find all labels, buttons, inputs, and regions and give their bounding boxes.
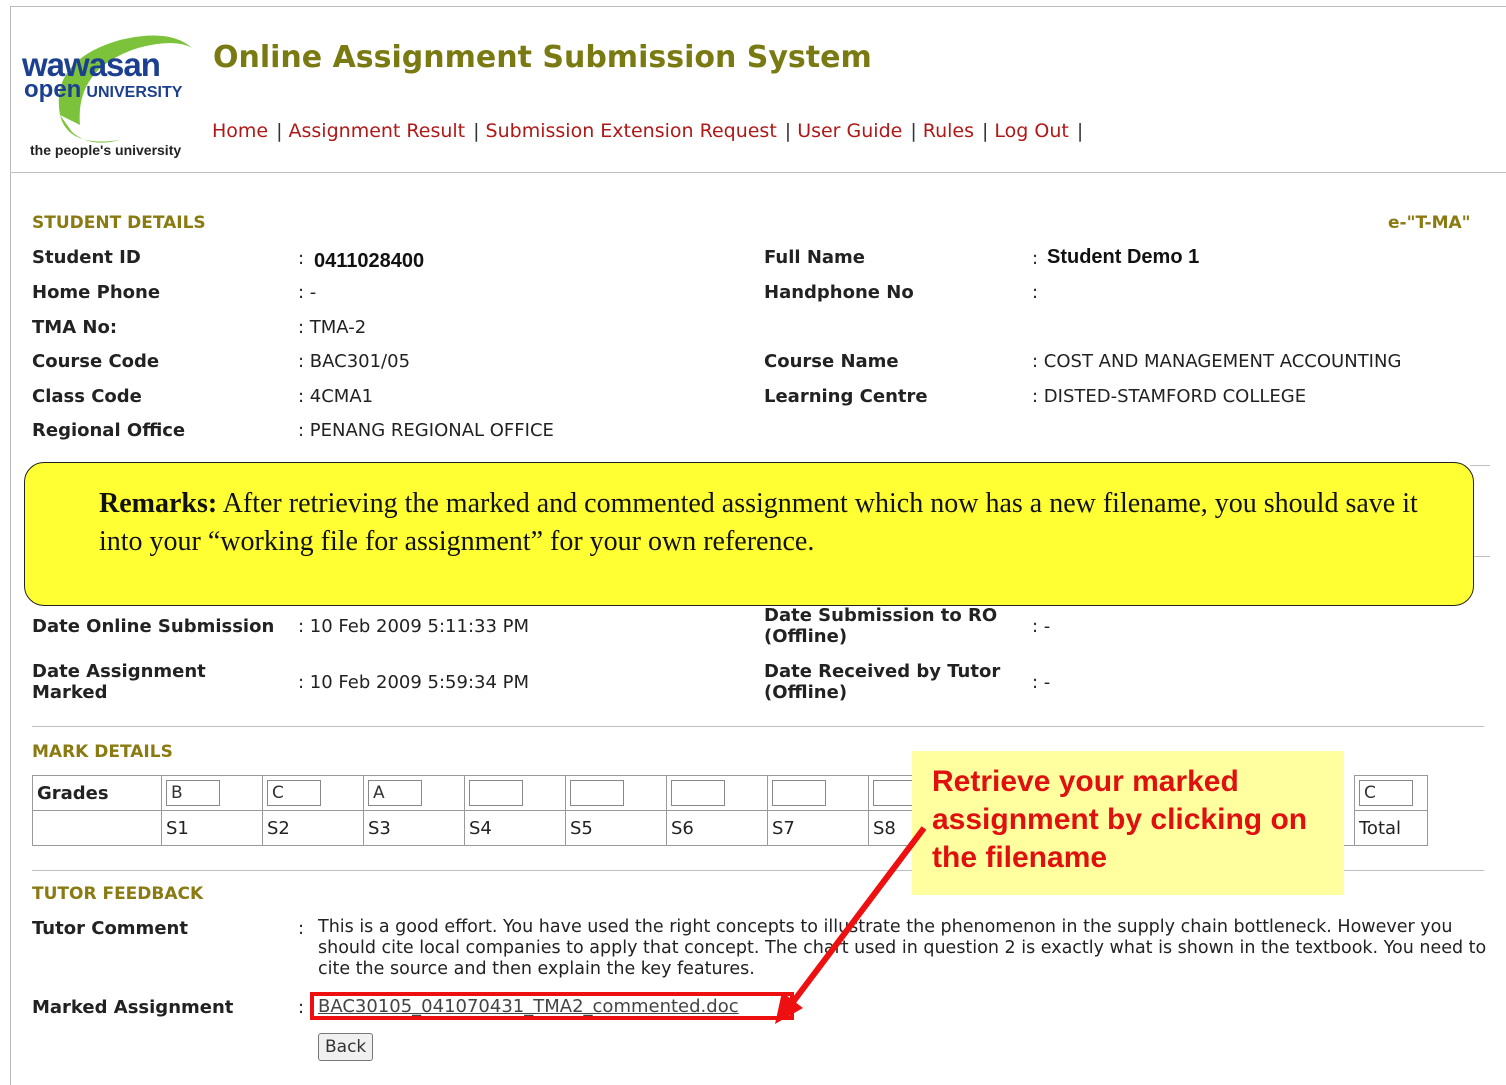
filename-highlight-box [310,992,794,1020]
full-name-label: Full Name [764,247,865,268]
grades-label: Grades [32,775,162,811]
student-id-colon: : [298,248,305,269]
section-s6: S6 [666,810,768,846]
grade-cell: B [161,775,263,811]
logo-tagline: the people's university [30,142,182,158]
tutor-feedback-heading: TUTOR FEEDBACK [32,884,204,904]
dates-divider [32,726,1484,727]
date-online-submission-value: : 10 Feb 2009 5:11:33 PM [298,616,530,637]
handphone-value: : [1032,282,1039,303]
learning-centre-value: : DISTED-STAMFORD COLLEGE [1032,386,1307,407]
mark-details-heading: MARK DETAILS [32,742,173,762]
marked-assignment-label: Marked Assignment [32,997,234,1018]
course-name-value: : COST AND MANAGEMENT ACCOUNTING [1032,351,1402,372]
grade-s7 [772,780,826,806]
grade-s5 [570,780,624,806]
grade-cell [464,775,566,811]
divider-fragment [1470,465,1490,466]
full-name-value: Student Demo 1 [1047,246,1200,268]
section-total: Total [1354,810,1428,846]
section-s2: S2 [262,810,364,846]
nav-user-guide[interactable]: User Guide [797,120,902,142]
nav-rules[interactable]: Rules [923,120,974,142]
remarks-label: Remarks: [99,488,218,519]
tutor-comment-colon: : [298,918,305,939]
grade-s1: B [166,780,220,806]
date-received-tutor-value: : - [1032,672,1051,693]
nav-submission-extension-request[interactable]: Submission Extension Request [486,120,777,142]
section-s7: S7 [767,810,869,846]
tutor-comment-label: Tutor Comment [32,918,188,939]
date-assignment-marked-value: : 10 Feb 2009 5:59:34 PM [298,672,530,693]
header-divider [10,172,1506,173]
logo-university: UNIVERSITY [86,84,183,101]
marked-assignment-colon: : [298,997,305,1018]
etma-tag: e-"T-MA" [1388,213,1471,233]
section-s4: S4 [464,810,566,846]
grade-cell [565,775,667,811]
course-code-label: Course Code [32,351,160,372]
student-id-label: Student ID [32,247,141,268]
grade-s2: C [267,780,321,806]
remarks-text: After retrieving the marked and commente… [99,488,1418,557]
date-assignment-marked-label: Date Assignment Marked [32,661,206,703]
tma-no-value: : TMA-2 [298,317,367,338]
date-submission-ro-label: Date Submission to RO (Offline) [764,605,998,647]
student-details-heading: STUDENT DETAILS [32,213,206,233]
tutor-comment-text: This is a good effort. You have used the… [318,917,1487,979]
nav-log-out[interactable]: Log Out [994,120,1068,142]
section-s5: S5 [565,810,667,846]
grade-cell [666,775,768,811]
date-submission-ro-value: : - [1032,616,1051,637]
date-online-submission-label: Date Online Submission [32,616,275,637]
logo-open: open [24,76,82,103]
remarks-note: Remarks: After retrieving the marked and… [24,462,1474,606]
back-button[interactable]: Back [318,1033,374,1061]
full-name-colon: : [1032,248,1039,269]
app-title: Online Assignment Submission System [213,40,872,75]
handphone-label: Handphone No [764,282,914,303]
grade-cell: C [262,775,364,811]
grade-s6 [671,780,725,806]
sections-label-empty [32,810,162,846]
retrieve-callout: Retrieve your marked assignment by click… [912,751,1344,895]
date-received-tutor-label: Date Received by Tutor (Offline) [764,661,1001,703]
home-phone-label: Home Phone [32,282,161,303]
tma-no-label: TMA No: [32,317,118,338]
nav-home[interactable]: Home [212,120,268,142]
regional-office-label: Regional Office [32,420,186,441]
grade-s3: A [368,780,422,806]
regional-office-value: : PENANG REGIONAL OFFICE [298,420,554,441]
top-nav: Home | Assignment Result | Submission Extens… [212,120,1084,142]
nav-assignment-result[interactable]: Assignment Result [289,120,466,142]
course-name-label: Course Name [764,351,899,372]
course-code-value: : BAC301/05 [298,351,411,372]
grade-cell: C [1354,775,1428,811]
class-code-label: Class Code [32,386,142,407]
section-s1: S1 [161,810,263,846]
grade-cell: A [363,775,465,811]
logo-subline: open UNIVERSITY [24,76,182,104]
grade-s4 [469,780,523,806]
section-s3: S3 [363,810,465,846]
student-id-value: 0411028400 [314,250,425,272]
class-code-value: : 4CMA1 [298,386,374,407]
grade-cell [767,775,869,811]
grade-total: C [1359,780,1413,806]
home-phone-value: : - [298,282,317,303]
learning-centre-label: Learning Centre [764,386,928,407]
